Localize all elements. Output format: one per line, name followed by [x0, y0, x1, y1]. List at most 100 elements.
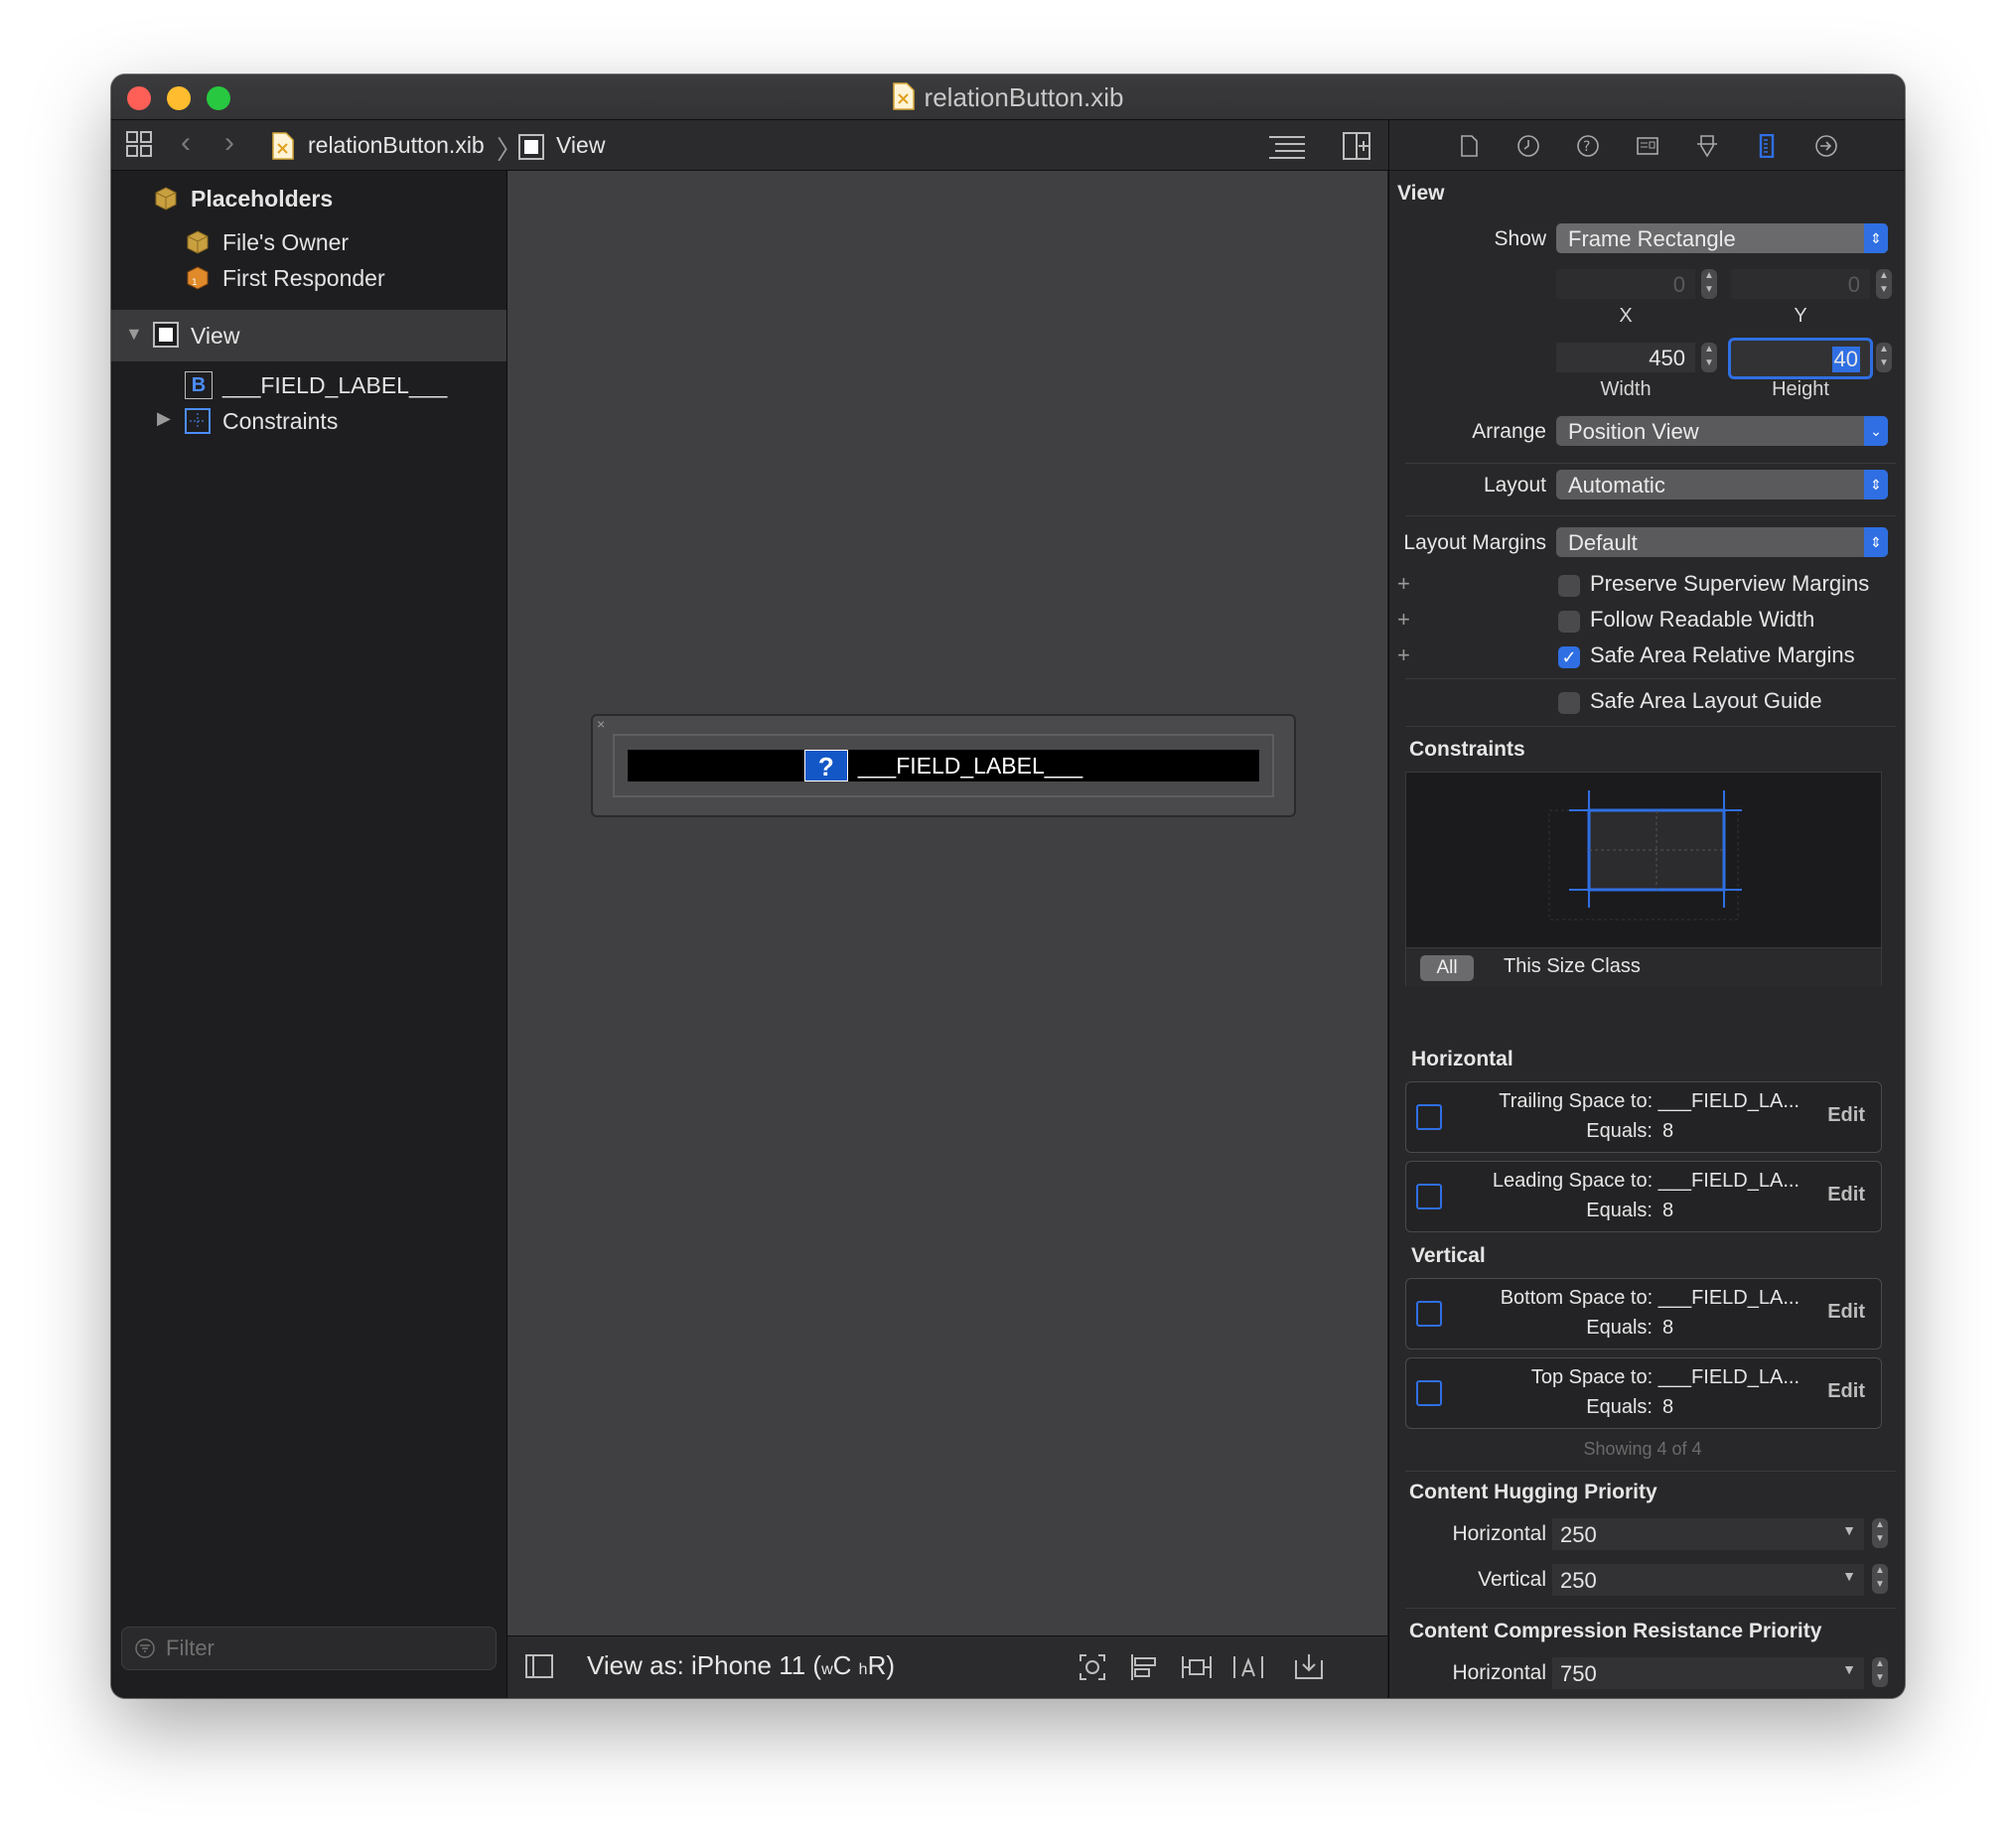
outline-view[interactable]: ▼ View: [111, 310, 506, 361]
add-variation-icon[interactable]: +: [1397, 607, 1410, 633]
constraints-diagram[interactable]: All This Size Class: [1405, 772, 1882, 986]
segment-all[interactable]: All: [1420, 955, 1474, 981]
width-caption: Width: [1600, 378, 1652, 400]
breadcrumb-view[interactable]: View: [556, 132, 605, 159]
layout-popup[interactable]: Automatic ⇕: [1556, 470, 1888, 499]
compression-horizontal-value: 750: [1560, 1661, 1597, 1686]
popup-chevrons-icon: ⇕: [1864, 470, 1888, 499]
editor-options-icon[interactable]: [1269, 134, 1305, 167]
add-variation-icon[interactable]: +: [1397, 642, 1410, 668]
close-scene-icon[interactable]: ×: [597, 716, 605, 732]
view-square-icon: [518, 134, 544, 167]
disclosure-open-icon[interactable]: ▼: [125, 324, 143, 345]
height-field[interactable]: 40: [1731, 341, 1870, 376]
showing-count: Showing 4 of 4: [1583, 1439, 1702, 1459]
safe-area-relative-margins-checkbox[interactable]: ✓: [1558, 646, 1580, 668]
outline-field-label-text: ___FIELD_LABEL___: [222, 372, 448, 398]
width-field[interactable]: 450: [1556, 343, 1695, 372]
interface-builder-canvas[interactable]: × ? ___FIELD_LABEL___: [507, 171, 1387, 1635]
view-as-text: View as: iPhone 11 (: [587, 1650, 822, 1680]
view-square-icon: [153, 322, 179, 348]
outline-files-owner[interactable]: File's Owner: [111, 224, 506, 260]
hugging-horizontal-stepper[interactable]: ▲ ▼: [1872, 1518, 1888, 1548]
layout-margins-value: Default: [1568, 530, 1638, 555]
connections-inspector-icon[interactable]: [1814, 134, 1838, 158]
arrange-label: Arrange: [1472, 420, 1546, 443]
edit-button[interactable]: Edit: [1827, 1184, 1865, 1206]
attributes-inspector-icon[interactable]: [1695, 134, 1719, 158]
identity-inspector-icon[interactable]: [1636, 134, 1659, 158]
y-stepper[interactable]: ▲ ▼: [1876, 269, 1892, 299]
show-label: Show: [1494, 227, 1546, 250]
outline-files-owner-label: File's Owner: [222, 229, 350, 255]
size-inspector: ? View Show Frame Rectangle ⇕ 0 ▲ ▼ 0 ▲ ▼ …: [1388, 120, 1905, 1698]
constraint-trailing-space[interactable]: Trailing Space to: ___FIELD_LA... Equals…: [1405, 1081, 1882, 1153]
compression-horizontal-stepper[interactable]: ▲ ▼: [1872, 1657, 1888, 1687]
edit-button[interactable]: Edit: [1827, 1104, 1865, 1127]
compression-horizontal-label: Horizontal: [1452, 1661, 1546, 1684]
hugging-horizontal-combo[interactable]: 250 ▼: [1552, 1518, 1864, 1550]
outline-first-responder[interactable]: 1 First Responder: [111, 260, 506, 296]
view-as-device[interactable]: View as: iPhone 11 (wC hR): [587, 1650, 895, 1681]
x-value: 0: [1672, 272, 1685, 297]
history-inspector-icon[interactable]: [1516, 134, 1540, 158]
related-items-icon[interactable]: [125, 130, 153, 165]
add-variation-icon[interactable]: +: [1397, 571, 1410, 597]
constraints-icon: [185, 408, 211, 434]
align-icon[interactable]: [1129, 1652, 1159, 1682]
follow-readable-width-checkbox[interactable]: [1558, 611, 1580, 633]
hugging-horizontal-label: Horizontal: [1452, 1522, 1546, 1545]
outline-constraints[interactable]: ▶ Constraints: [111, 403, 506, 439]
segment-this-size-class[interactable]: This Size Class: [1504, 955, 1641, 978]
safe-area-relative-margins-label: Safe Area Relative Margins: [1590, 642, 1855, 667]
layout-margins-popup[interactable]: Default ⇕: [1556, 527, 1888, 557]
outline-constraints-label: Constraints: [222, 408, 339, 434]
x-stepper[interactable]: ▲ ▼: [1701, 269, 1717, 299]
size-inspector-icon[interactable]: [1755, 134, 1779, 158]
equals-label: Equals:: [1586, 1317, 1653, 1339]
filter-field[interactable]: Filter: [121, 1627, 497, 1670]
compression-horizontal-combo[interactable]: 750 ▼: [1552, 1657, 1864, 1689]
edit-button[interactable]: Edit: [1827, 1301, 1865, 1324]
hugging-vertical-stepper[interactable]: ▲ ▼: [1872, 1564, 1888, 1594]
window-title-text: relationButton.xib: [924, 82, 1124, 112]
forward-arrow-icon[interactable]: ›: [224, 126, 234, 160]
hugging-vertical-combo[interactable]: 250 ▼: [1552, 1564, 1864, 1596]
breadcrumb-file[interactable]: relationButton.xib: [308, 132, 485, 159]
toggle-outline-icon[interactable]: [525, 1654, 553, 1678]
update-frames-icon[interactable]: [1078, 1652, 1107, 1682]
width-stepper[interactable]: ▲ ▼: [1701, 343, 1717, 372]
y-field[interactable]: 0: [1731, 269, 1870, 299]
popup-chevrons-icon: ⇕: [1864, 223, 1888, 253]
back-arrow-icon[interactable]: ‹: [181, 126, 191, 160]
height-stepper[interactable]: ▲ ▼: [1876, 343, 1892, 372]
constraint-bottom-space[interactable]: Bottom Space to: ___FIELD_LA... Equals: …: [1405, 1278, 1882, 1349]
outline-field-label-button[interactable]: B ___FIELD_LABEL___: [111, 367, 506, 403]
outline-placeholders[interactable]: Placeholders: [111, 181, 506, 216]
x-field[interactable]: 0: [1556, 269, 1695, 299]
disclosure-closed-icon[interactable]: ▶: [157, 408, 171, 429]
add-constraints-icon[interactable]: [1181, 1652, 1213, 1682]
show-popup[interactable]: Frame Rectangle ⇕: [1556, 223, 1888, 253]
preserve-superview-margins-checkbox[interactable]: [1558, 575, 1580, 597]
view-frame[interactable]: × ? ___FIELD_LABEL___: [591, 714, 1296, 817]
size-class-segment: All This Size Class: [1406, 947, 1881, 986]
embed-in-icon[interactable]: [1294, 1652, 1324, 1680]
resolve-issues-icon[interactable]: [1232, 1652, 1264, 1682]
add-editor-icon[interactable]: [1343, 132, 1370, 167]
y-caption: Y: [1794, 305, 1807, 327]
constraint-leading-space[interactable]: Leading Space to: ___FIELD_LA... Equals:…: [1405, 1161, 1882, 1232]
file-inspector-icon[interactable]: [1457, 134, 1481, 158]
equals-label: Equals:: [1586, 1200, 1653, 1221]
quick-help-icon[interactable]: ?: [1576, 134, 1600, 158]
safe-area-layout-guide-checkbox[interactable]: [1558, 692, 1580, 714]
field-label-button[interactable]: ? ___FIELD_LABEL___: [628, 750, 1259, 781]
title-bar: relationButton.xib: [111, 74, 1905, 120]
constraint-top-space[interactable]: Top Space to: ___FIELD_LA... Equals: 8 E…: [1405, 1357, 1882, 1429]
outline-view-label: View: [191, 323, 240, 349]
arrange-popup[interactable]: Position View ⌄: [1556, 416, 1888, 446]
size-class-r: R): [867, 1650, 895, 1680]
xib-file-icon: [892, 82, 915, 117]
edit-button[interactable]: Edit: [1827, 1380, 1865, 1403]
svg-text:1: 1: [192, 278, 198, 288]
